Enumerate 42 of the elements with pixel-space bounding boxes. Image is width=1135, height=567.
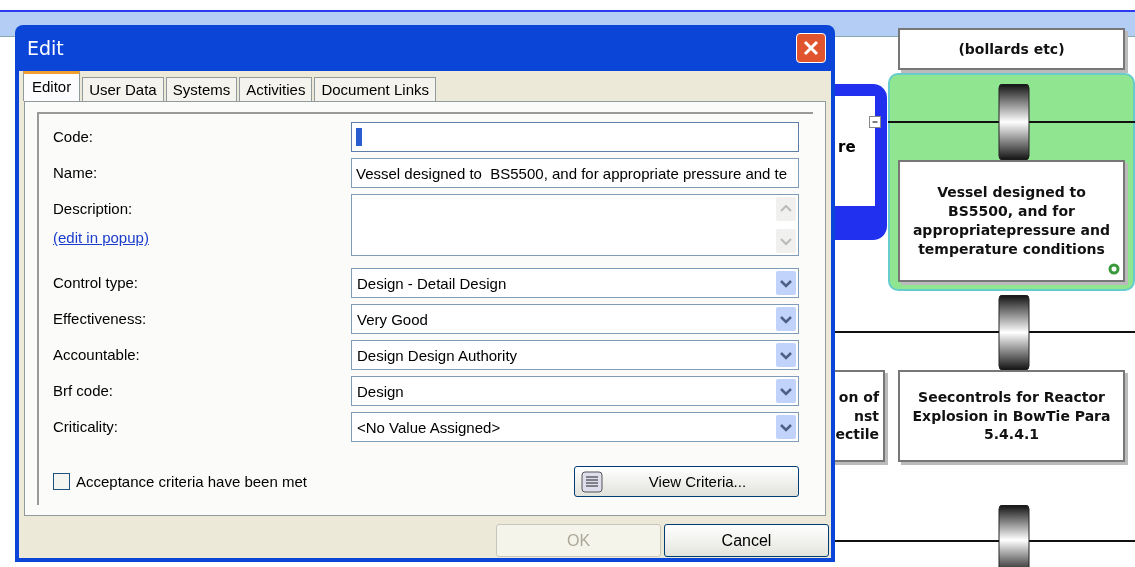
diagram-card: Seecontrols for Reactor Explosion in BowTie Para 5.4.4.1 bbox=[898, 370, 1125, 462]
dropdown[interactable]: Design - Detail Design bbox=[351, 268, 799, 298]
text-cursor bbox=[356, 128, 362, 146]
tab[interactable]: User Data bbox=[82, 77, 164, 101]
field-label: Brf code: bbox=[53, 381, 115, 399]
dropdown[interactable]: Design bbox=[351, 376, 799, 406]
checkbox[interactable] bbox=[53, 473, 70, 490]
field-label: Name: bbox=[53, 163, 99, 181]
barrel-connector-icon bbox=[998, 84, 1030, 160]
barrel-connector-icon bbox=[998, 505, 1030, 567]
diagram-card: (bollards etc) bbox=[898, 28, 1125, 70]
field-label: Control type: bbox=[53, 273, 140, 291]
view-criteria-button[interactable]: View Criteria... bbox=[574, 466, 799, 497]
field-label: Effectiveness: bbox=[53, 309, 148, 327]
field-label: Accountable: bbox=[53, 345, 141, 363]
list-icon bbox=[581, 470, 603, 493]
checkbox-label: Acceptance criteria have been met bbox=[76, 473, 307, 490]
dropdown[interactable]: Very Good bbox=[351, 304, 799, 334]
ring-icon[interactable] bbox=[1108, 263, 1120, 275]
field-label: Criticality: bbox=[53, 417, 119, 435]
card-text: nst bbox=[854, 406, 879, 426]
collapse-icon[interactable] bbox=[869, 116, 881, 128]
text-field[interactable]: Vessel designed to BS5500, and for appropriate pressure and te bbox=[351, 158, 799, 188]
field-label: Code: bbox=[53, 127, 95, 145]
window-title: Edit bbox=[27, 37, 64, 59]
card-text: on of bbox=[838, 387, 879, 407]
edit-in-popup-link[interactable]: (edit in popup) bbox=[53, 229, 351, 246]
dialog-button[interactable]: Cancel bbox=[664, 524, 829, 557]
card-text: re bbox=[838, 138, 856, 156]
tab[interactable]: Systems bbox=[165, 77, 238, 101]
close-button[interactable] bbox=[796, 33, 826, 63]
dropdown[interactable]: Design Design Authority bbox=[351, 340, 799, 370]
text-field[interactable] bbox=[351, 122, 799, 152]
dropdown[interactable]: <No Value Assigned> bbox=[351, 412, 799, 442]
tab[interactable]: Activities bbox=[239, 77, 313, 101]
barrel-connector-icon bbox=[998, 295, 1030, 370]
card-text: ectile bbox=[835, 425, 879, 445]
tab[interactable]: Editor bbox=[23, 71, 81, 101]
tab[interactable]: Document Links bbox=[314, 77, 436, 101]
diagram-card[interactable]: Vessel designed to BS5500, and for appropriatepressure and temperature conditions bbox=[898, 160, 1125, 282]
close-icon bbox=[802, 39, 820, 57]
field-label: Description: bbox=[53, 199, 134, 217]
